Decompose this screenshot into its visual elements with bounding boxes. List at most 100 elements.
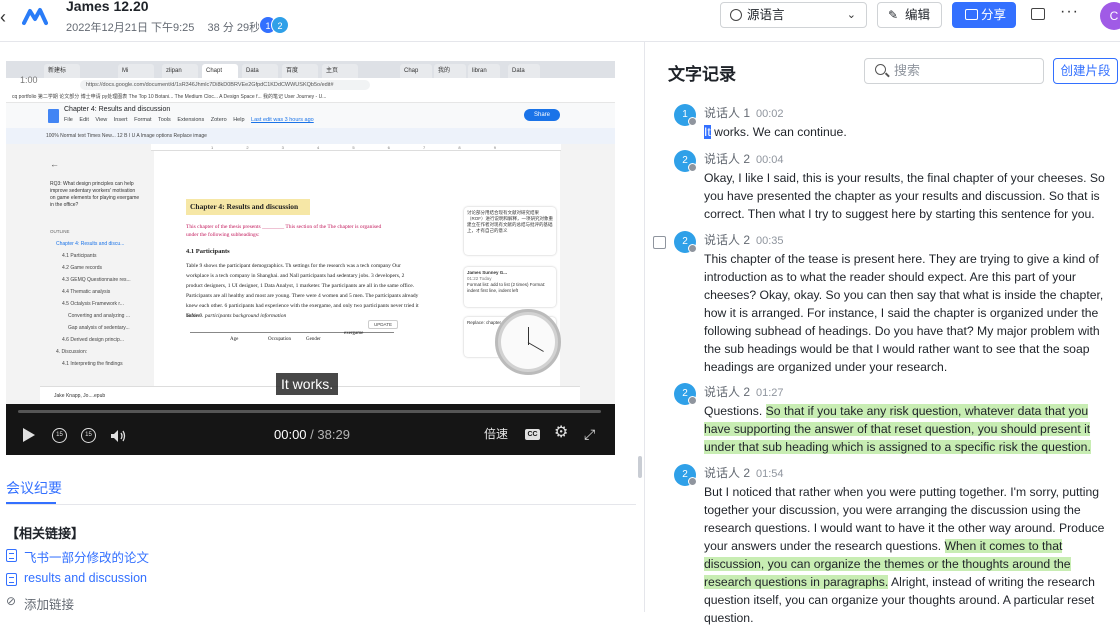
doc-table-caption: Table 9. participants background informa… (186, 313, 287, 319)
back-arrow-icon[interactable]: ‹ (0, 6, 16, 28)
doc-suggested-text: This chapter of the thesis presents ____… (186, 224, 382, 238)
transcript-segment: works. We can continue. (710, 125, 847, 139)
speaker-timestamp[interactable]: 00:35 (756, 235, 784, 247)
share-label: 分享 (981, 8, 1007, 22)
comment-text: Format list: add to list (2 times) Forma… (467, 282, 546, 293)
outline-item: Gap analysis of sedentary... (68, 325, 130, 331)
doc-menu-item: View (95, 117, 108, 123)
doc-menu-item: File (64, 117, 73, 123)
transcript-segment: Questions. (704, 404, 766, 418)
outline-item: 4. Discussion: (56, 349, 88, 355)
doc-menu-item: Help (233, 117, 245, 123)
forward-15-icon[interactable]: 15 (81, 428, 96, 443)
related-link[interactable]: results and discussion (6, 571, 147, 586)
settings-gear-icon[interactable]: ⚙ (554, 423, 568, 443)
edit-button[interactable]: ✎ 编辑 (877, 2, 942, 28)
clock-hand (527, 342, 544, 352)
table-header-cell: Occupation (268, 337, 292, 342)
outline-item: 4.4 Thematic analysis (62, 289, 111, 295)
top-bar: ‹ James 12.20 2022年12月21日 下午9:25 38 分 29… (0, 0, 1120, 42)
speaker-avatar: 2 (674, 231, 697, 253)
panel-divider (644, 42, 645, 612)
playback-speed-button[interactable]: 倍速 (484, 424, 508, 444)
speaker-line: 说话人 1 00:02 (704, 104, 784, 121)
doc-menu-item: Tools (157, 117, 171, 123)
speaker-timestamp[interactable]: 00:04 (756, 154, 784, 166)
rewind-15-icon[interactable]: 15 (52, 428, 67, 443)
create-clip-button[interactable]: 创建片段 (1053, 58, 1118, 84)
browser-tab-strip: 新建标 Mi zlipan Chapt Data 百度 主页 Chap 我的 l… (6, 61, 615, 78)
outline-item: 4.1 Participants (62, 253, 97, 259)
pencil-icon: ✎ (888, 8, 899, 22)
speaker-line: 说话人 2 00:04 (704, 150, 784, 167)
participant-avatars[interactable]: 1 2 (259, 16, 291, 34)
meeting-duration: 38 分 29秒 (207, 22, 261, 34)
outline-item: Converting and analyzing ... (68, 313, 130, 319)
doc-header: Chapter 4: Results and discussion File E… (6, 103, 615, 128)
related-link[interactable]: 飞书一部分修改的论文 (6, 547, 149, 566)
play-icon[interactable] (23, 428, 35, 442)
doc-menu-item: Edit (79, 117, 89, 123)
doc-menu: File Edit View Insert Format Tools Exten… (64, 117, 319, 123)
share-button[interactable]: 分享 (952, 2, 1016, 28)
speaker-avatar: 2 (674, 464, 697, 486)
fullscreen-icon[interactable]: ⤢ (584, 424, 595, 444)
video-progress-bar[interactable] (18, 410, 601, 413)
add-link-button[interactable]: ⊘ 添加链接 (6, 594, 74, 613)
doc-comment: James Sunney G... 01:22 Today Format lis… (464, 267, 556, 307)
speaker-name: 说话人 2 (704, 385, 751, 399)
share-icon (965, 9, 978, 20)
browser-tab: Chap (400, 64, 432, 78)
video-player[interactable]: 新建标 Mi zlipan Chapt Data 百度 主页 Chap 我的 l… (6, 61, 615, 455)
table-header-cell: Gender (306, 337, 321, 342)
tab-meeting-minutes[interactable]: 会议纪要 (6, 478, 62, 498)
browser-tab: zlipan (162, 64, 198, 78)
edit-label: 编辑 (905, 8, 931, 22)
presentation-icon[interactable] (1031, 8, 1045, 20)
doc-share-button: Share (524, 109, 560, 121)
outline-item: 4.3 GEMQ Questionnaire res... (62, 277, 131, 283)
video-timecode: 00:00 / 38:29 (274, 427, 350, 442)
transcript-text[interactable]: This chapter of the tease is present her… (704, 250, 1114, 376)
url-field: https://docs.google.com/document/d/1sR34… (80, 80, 370, 90)
browser-tab: 我的 (434, 64, 466, 78)
link-label: results and discussion (24, 571, 147, 585)
doc-chapter-heading: Chapter 4: Results and discussion (186, 199, 310, 215)
language-select[interactable]: 源语言 ⌄ (720, 2, 867, 28)
app-logo-icon (22, 8, 48, 25)
clock-overlay-icon (495, 309, 561, 375)
speaker-avatar: 1 (674, 104, 697, 126)
transcript-text[interactable]: Questions. So that if you take any risk … (704, 402, 1114, 456)
volume-icon[interactable] (110, 429, 126, 443)
transcript-text[interactable]: But I noticed that rather when you were … (704, 483, 1114, 627)
search-icon (875, 64, 886, 75)
speaker-timestamp[interactable]: 00:02 (756, 108, 784, 120)
transcript-text[interactable]: It works. We can continue. (704, 123, 1114, 141)
video-corner-time: 1:00 (20, 75, 38, 85)
speaker-name: 说话人 2 (704, 466, 751, 480)
link-label: 飞书一部分修改的论文 (24, 551, 150, 565)
select-checkbox[interactable] (653, 236, 666, 249)
add-link-label: 添加链接 (24, 598, 75, 612)
browser-tab: 新建标 (44, 64, 80, 78)
doc-update-button: UPDATE (368, 320, 398, 329)
panel-resize-handle[interactable] (638, 456, 642, 478)
doc-toolbar: 100% Normal text Times New... 12 B I U A… (6, 128, 615, 144)
user-avatar[interactable]: C (1100, 2, 1120, 30)
doc-ruler: 1 2 3 4 5 6 7 8 9 10 11 12 13 14 15 16 1… (151, 144, 561, 164)
transcript-search-input[interactable]: 搜索 (864, 58, 1044, 84)
browser-tab: libran (468, 64, 500, 78)
outline-item: 4.1 Interpreting the findings (62, 361, 123, 367)
video-frame: 新建标 Mi zlipan Chapt Data 百度 主页 Chap 我的 l… (6, 61, 615, 404)
transcript-text[interactable]: Okay, I like I said, this is your result… (704, 169, 1114, 223)
participant-avatar-2[interactable]: 2 (271, 16, 289, 34)
more-options-icon[interactable]: ··· (1060, 3, 1079, 21)
captions-icon[interactable]: CC (525, 429, 540, 440)
browser-tab: 百度 (282, 64, 318, 78)
speaker-timestamp[interactable]: 01:54 (756, 468, 784, 480)
meeting-meta: 2022年12月21日 下午9:25 38 分 29秒 (66, 19, 270, 35)
speaker-timestamp[interactable]: 01:27 (756, 387, 784, 399)
video-subtitle: It works. (276, 373, 339, 395)
doc-menu-item: Insert (113, 117, 128, 123)
browser-tab: Mi (118, 64, 154, 78)
